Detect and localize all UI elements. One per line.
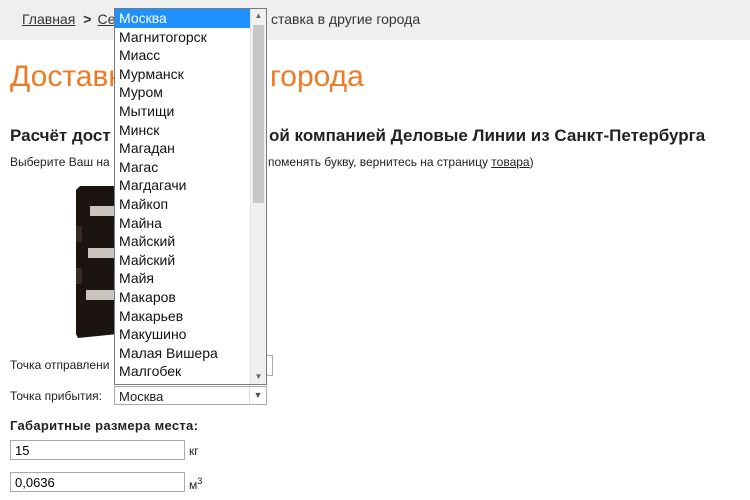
city-option[interactable]: Муром [115, 83, 252, 102]
volume-input[interactable] [10, 472, 185, 492]
hint-left: Выберите Ваш на [10, 155, 110, 169]
city-option[interactable]: Мытищи [115, 102, 252, 121]
city-option[interactable]: Майский [115, 251, 252, 270]
calc-subtitle: Расчёт дост ой компанией Деловые Линии и… [10, 126, 705, 146]
subtitle-left: Расчёт дост [10, 126, 111, 145]
breadcrumb-current: ставка в другие города [271, 11, 421, 27]
city-dropdown-list[interactable]: Москва Магнитогорск Миасс Мурманск Муром Мыти… [114, 8, 267, 385]
weight-input[interactable] [10, 440, 185, 460]
page-title-left: Доставк [10, 60, 122, 93]
city-option[interactable]: Малая Вишера [115, 344, 252, 363]
city-option[interactable]: Майя [115, 269, 252, 288]
chevron-down-icon[interactable]: ▼ [249, 387, 266, 404]
drawer-front [90, 206, 116, 216]
scroll-up-icon[interactable]: ▲ [251, 9, 266, 23]
city-option[interactable]: Макушино [115, 325, 252, 344]
volume-unit-base: м [189, 478, 198, 492]
city-option[interactable]: Малгобек [115, 362, 252, 381]
volume-unit-sup: 3 [197, 476, 203, 486]
instruction-text: Выберите Ваш на поменять букву, вернитес… [10, 155, 534, 169]
city-option[interactable]: Макаров [115, 288, 252, 307]
departure-label: Точка отправлени [10, 358, 110, 372]
product-image [76, 186, 118, 338]
city-option[interactable]: Минск [115, 121, 252, 140]
product-link[interactable]: товара [491, 155, 529, 169]
drawer-front [88, 248, 116, 258]
arrival-select[interactable]: Москва ▼ [114, 386, 267, 405]
city-option[interactable]: Мурманск [115, 65, 252, 84]
city-option[interactable]: Майкоп [115, 195, 252, 214]
page-title-right: города [270, 60, 364, 93]
city-option[interactable]: Макарьев [115, 307, 252, 326]
dropdown-scrollbar[interactable]: ▲ ▼ [250, 9, 266, 384]
breadcrumb: Главная > Се ставка в другие города [22, 11, 420, 27]
city-option[interactable]: Магадан [115, 139, 252, 158]
dimensions-title: Габаритные размера места: [10, 418, 199, 433]
drawer-front [86, 290, 116, 300]
breadcrumb-home-link[interactable]: Главная [22, 11, 75, 27]
city-option[interactable]: Магдагачи [115, 176, 252, 195]
city-option[interactable]: Майна [115, 214, 252, 233]
arrival-select-value: Москва [119, 389, 164, 404]
hint-right-text: поменять букву, вернитесь на страницу [268, 155, 492, 169]
hint-right: поменять букву, вернитесь на страницу то… [268, 155, 534, 169]
city-option[interactable]: Майский [115, 232, 252, 251]
city-option[interactable]: Миасс [115, 46, 252, 65]
scrollbar-thumb[interactable] [253, 25, 264, 203]
weight-unit: кг [189, 444, 199, 458]
page-title: Доставк города [10, 60, 364, 94]
chevron-right-icon: > [83, 11, 92, 27]
departure-select-edge[interactable] [266, 355, 273, 376]
breadcrumb-section-link[interactable]: Се [97, 11, 115, 27]
city-option[interactable]: Москва [115, 9, 252, 28]
arrival-label: Точка прибытия: [10, 389, 102, 403]
hint-right-suffix: ) [529, 155, 534, 169]
breadcrumb-bar: Главная > Се ставка в другие города [0, 0, 750, 40]
city-option[interactable]: Магас [115, 158, 252, 177]
subtitle-right: ой компанией Деловые Линии из Санкт-Пете… [269, 126, 706, 145]
volume-unit: м3 [189, 476, 202, 492]
scroll-down-icon[interactable]: ▼ [251, 370, 266, 384]
city-options: Москва Магнитогорск Миасс Мурманск Муром Мыти… [115, 9, 252, 381]
city-option[interactable]: Магнитогорск [115, 28, 252, 47]
